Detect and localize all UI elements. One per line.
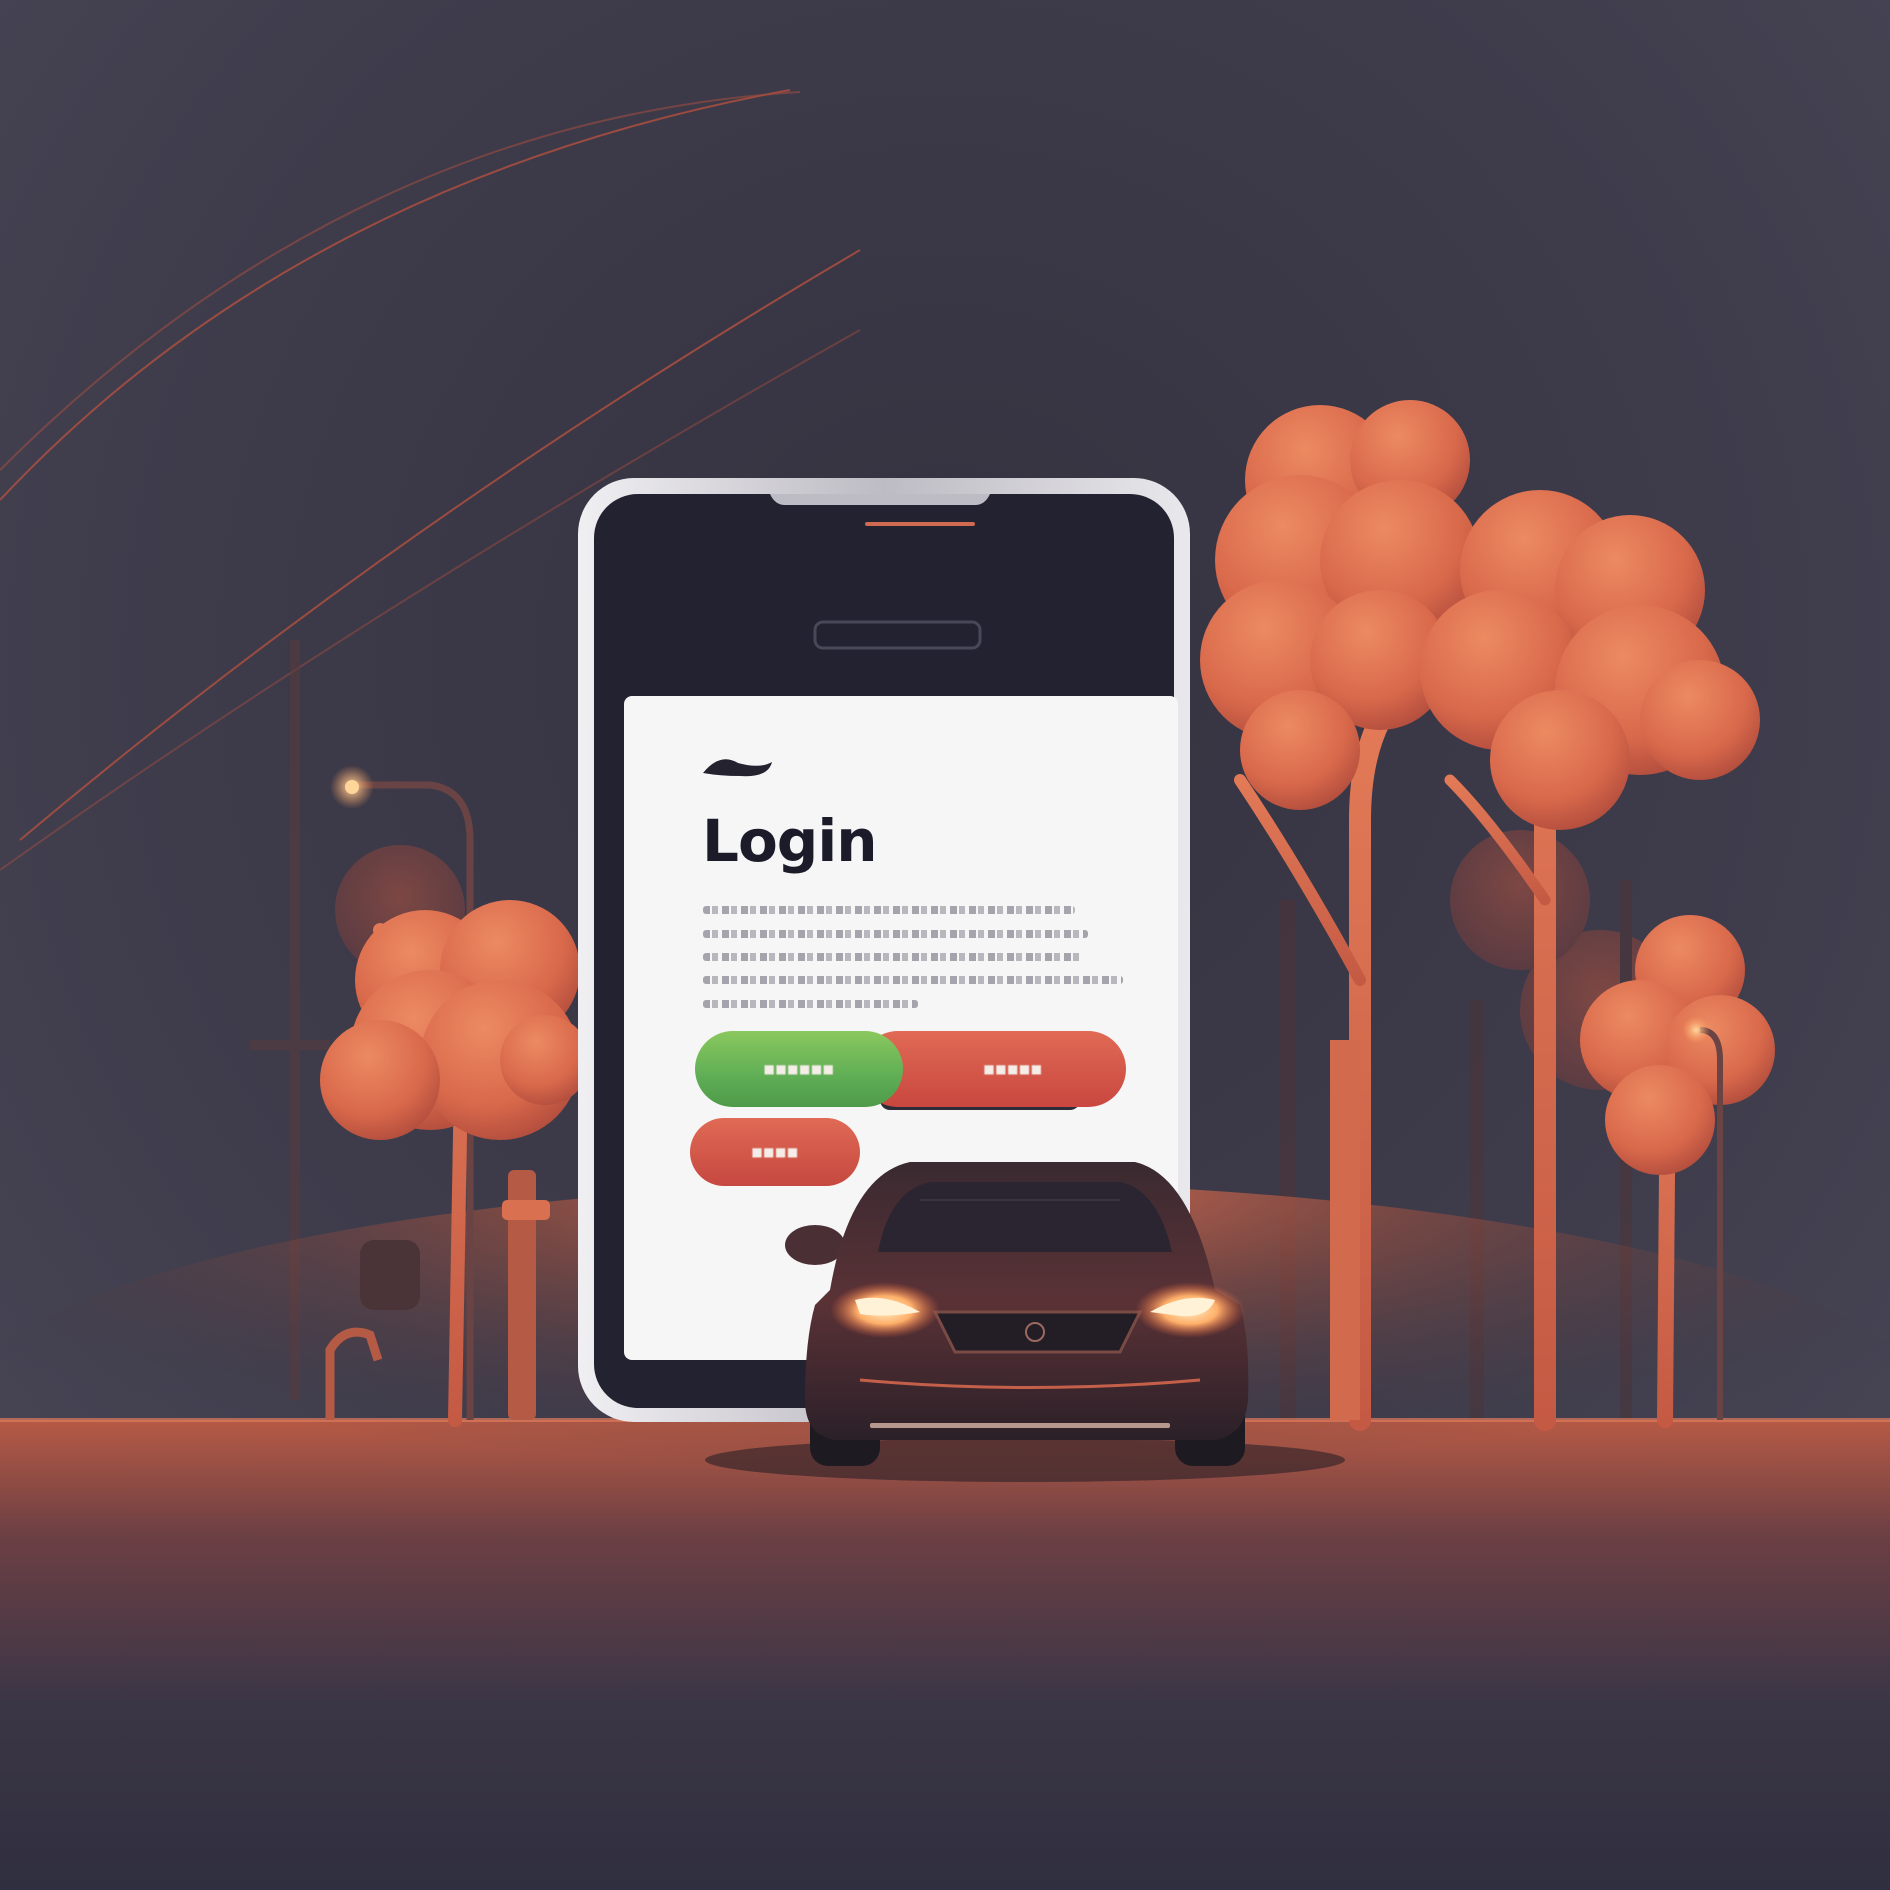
night-street-scene (0, 0, 1890, 1890)
tertiary-action-label: ■■■■ (751, 1145, 799, 1159)
secondary-action-label: ■■■■■ (983, 1062, 1043, 1076)
primary-action-label: ■■■■■■ (763, 1062, 835, 1076)
tertiary-action-button[interactable]: ■■■■ (690, 1118, 860, 1186)
primary-action-button[interactable]: ■■■■■■ (695, 1031, 903, 1107)
